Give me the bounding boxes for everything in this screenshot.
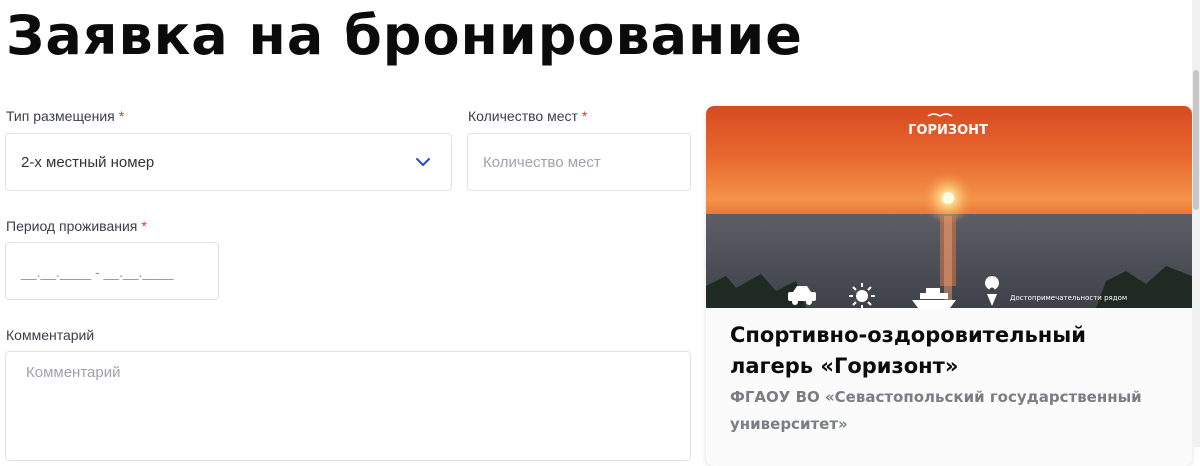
seats-label: Количество мест * xyxy=(468,108,587,124)
accommodation-label-text: Тип размещения xyxy=(6,108,115,124)
comment-label: Комментарий xyxy=(6,327,95,343)
comment-textarea[interactable]: Комментарий xyxy=(5,351,691,461)
seats-label-text: Количество мест xyxy=(468,108,578,124)
required-mark: * xyxy=(118,108,125,124)
camp-logo-text: ГОРИЗОНТ xyxy=(908,123,988,138)
period-date-range-input[interactable]: __.__.____ - __.__.____ xyxy=(5,242,219,300)
period-label: Период проживания * xyxy=(6,218,147,234)
required-mark: * xyxy=(141,218,147,234)
camp-sunset-image: ГОРИЗОНТ Достопримечательности рядом xyxy=(706,106,1192,308)
page-scrollbar[interactable] xyxy=(1192,0,1200,447)
camp-card[interactable]: ГОРИЗОНТ Достопримечательности рядом Спо… xyxy=(706,106,1192,466)
required-mark: * xyxy=(581,108,588,124)
seats-input[interactable]: Количество мест xyxy=(467,133,691,191)
scrollbar-thumb[interactable] xyxy=(1193,70,1199,210)
accommodation-label: Тип размещения * xyxy=(6,108,124,124)
seats-input-placeholder: Количество мест xyxy=(483,154,601,171)
chevron-down-icon xyxy=(416,158,430,166)
accommodation-select-value: 2-х местный номер xyxy=(21,154,155,171)
page-title: Заявка на бронирование xyxy=(6,4,803,67)
camp-subtitle: ФГАОУ ВО «Севастопольский государственны… xyxy=(730,388,1142,433)
period-input-mask: __.__.____ - __.__.____ xyxy=(21,264,174,280)
nearby-text: Достопримечательности рядом xyxy=(1010,294,1127,302)
period-label-text: Период проживания xyxy=(6,218,138,234)
accommodation-select[interactable]: 2-х местный номер xyxy=(5,133,452,191)
camp-title[interactable]: Спортивно-оздоровительный лагерь «Горизо… xyxy=(730,320,1170,382)
comment-placeholder: Комментарий xyxy=(26,364,121,381)
